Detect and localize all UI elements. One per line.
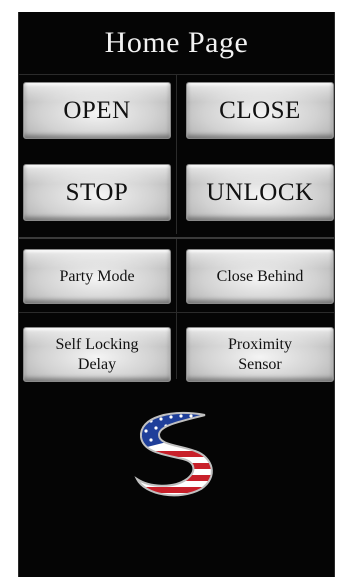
party-mode-button[interactable]: Party Mode xyxy=(23,249,171,304)
unlock-button-label: UNLOCK xyxy=(206,178,314,206)
unlock-button[interactable]: UNLOCK xyxy=(186,164,334,221)
app-screen: Home Page OPEN CLOSE STOP UNLOCK Party M… xyxy=(18,12,335,577)
proximity-sensor-label: Proximity Sensor xyxy=(227,335,292,373)
self-locking-delay-button[interactable]: Self Locking Delay xyxy=(23,327,171,382)
divider-vertical-upper xyxy=(176,74,177,234)
proximity-sensor-button[interactable]: Proximity Sensor xyxy=(186,327,334,382)
open-button[interactable]: OPEN xyxy=(23,82,171,139)
page-title: Home Page xyxy=(104,26,249,59)
party-mode-label: Party Mode xyxy=(59,267,135,285)
close-behind-label: Close Behind xyxy=(216,267,304,285)
self-locking-delay-label: Self Locking Delay xyxy=(55,335,139,373)
open-button-label: OPEN xyxy=(63,96,131,124)
divider-horizontal-lower xyxy=(19,312,334,313)
close-behind-button[interactable]: Close Behind xyxy=(186,249,334,304)
close-button-label: CLOSE xyxy=(219,96,301,124)
stop-button-label: STOP xyxy=(65,178,129,206)
stop-button[interactable]: STOP xyxy=(23,164,171,221)
american-flag-s-logo-icon xyxy=(131,407,217,503)
close-button[interactable]: CLOSE xyxy=(186,82,334,139)
divider-vertical-lower xyxy=(176,239,177,379)
